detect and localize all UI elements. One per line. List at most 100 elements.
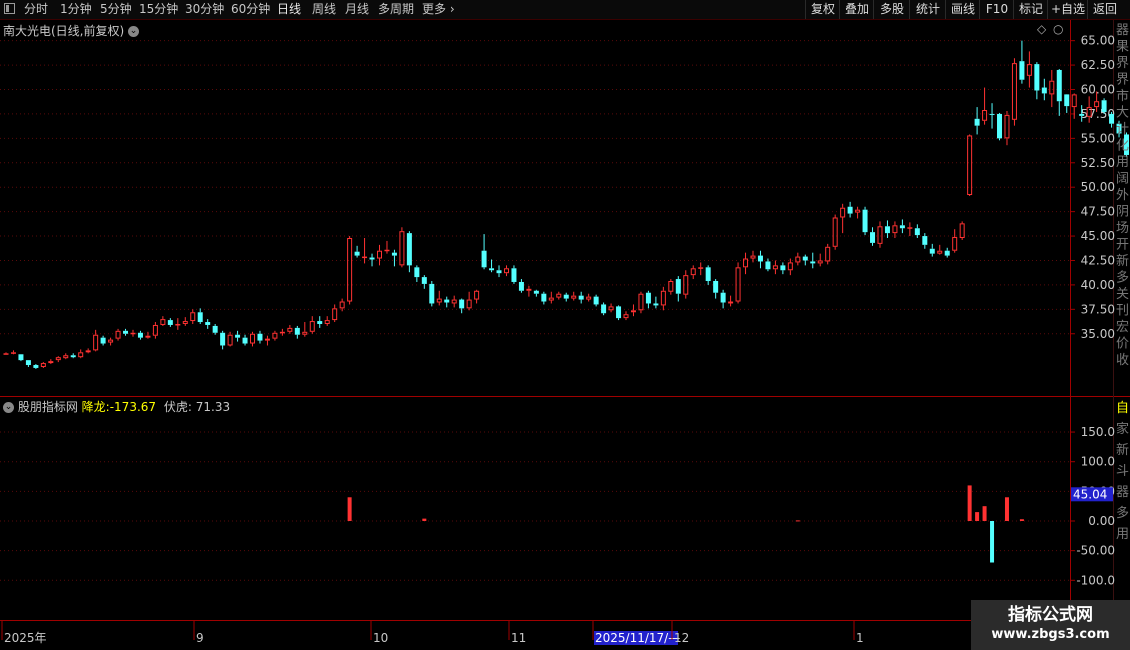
- candle-body: [541, 293, 547, 302]
- indicator-bar: [422, 518, 427, 521]
- price-tick-label: 45.00: [1081, 229, 1115, 243]
- period-tab-timeshare[interactable]: 分时: [24, 2, 48, 17]
- candle-body: [698, 267, 704, 269]
- candle-body: [362, 256, 368, 259]
- back-button[interactable]: 返回: [1087, 0, 1122, 19]
- period-tab-1min[interactable]: 1分钟: [60, 2, 92, 17]
- price-tick-label: 55.00: [1081, 131, 1115, 145]
- period-tab-5min[interactable]: 5分钟: [100, 2, 132, 17]
- side-strip-lower-char: 家: [1116, 421, 1129, 437]
- multi-stock-button[interactable]: 多股: [873, 0, 910, 19]
- indicator-tick-label: 0.00: [1088, 514, 1115, 528]
- indicator-bar: [982, 506, 987, 521]
- candle: [123, 328, 129, 336]
- candle: [1011, 58, 1017, 126]
- candle: [660, 286, 666, 311]
- candle-body: [511, 268, 517, 282]
- candle: [675, 276, 681, 302]
- candle-body: [870, 232, 876, 243]
- diamond-icon[interactable]: ◇: [1037, 22, 1046, 36]
- chevron-down-icon[interactable]: ⌄: [128, 26, 140, 37]
- candle-body: [810, 261, 816, 264]
- draw-line-button[interactable]: 画线: [945, 0, 980, 19]
- candle-body: [175, 323, 181, 326]
- candle-body: [18, 354, 24, 361]
- candle: [713, 279, 719, 299]
- chevron-down-icon[interactable]: ⌄: [3, 402, 14, 413]
- window-menu-icon[interactable]: [4, 3, 15, 14]
- candle-body: [817, 260, 823, 264]
- candle-body: [1056, 69, 1062, 102]
- period-tab-monthly[interactable]: 月线: [345, 2, 369, 17]
- candle-body: [593, 296, 599, 305]
- price-tick-label: 65.00: [1081, 34, 1115, 48]
- candle-body: [750, 255, 756, 259]
- candle-body: [377, 250, 382, 259]
- candle-body: [772, 265, 778, 270]
- indicator-tick-label: -50.00: [1076, 544, 1115, 558]
- circle-icon[interactable]: ○: [1053, 22, 1063, 36]
- candle-body: [728, 301, 734, 304]
- overlay-button[interactable]: 叠加: [839, 0, 874, 19]
- indicator-bar: [795, 520, 800, 522]
- candle-body: [167, 320, 173, 325]
- candle-body: [63, 355, 69, 359]
- period-tab-15min[interactable]: 15分钟: [139, 2, 178, 17]
- period-tab-multi[interactable]: 多周期: [378, 2, 414, 17]
- add-watchlist-button[interactable]: +自选: [1047, 0, 1088, 19]
- stats-button[interactable]: 统计: [909, 0, 946, 19]
- candle: [1064, 94, 1070, 113]
- stock-title-text: 南大光电(日线,前复权): [3, 24, 125, 38]
- candle: [1026, 51, 1032, 88]
- candle: [870, 227, 876, 246]
- indicator-bar: [975, 512, 980, 521]
- period-tab-more[interactable]: 更多 ›: [422, 2, 455, 17]
- candle-body: [33, 365, 39, 368]
- candle: [518, 279, 524, 293]
- side-strip-char: 开: [1116, 238, 1129, 253]
- candle-body: [787, 262, 793, 271]
- candle: [205, 319, 211, 329]
- candle: [698, 262, 704, 276]
- candle: [160, 316, 166, 326]
- f10-button[interactable]: F10: [979, 0, 1014, 19]
- fuquan-button[interactable]: 复权: [805, 0, 840, 19]
- period-tab-weekly[interactable]: 周线: [312, 2, 336, 17]
- candle-body: [3, 353, 9, 355]
- candle-body: [220, 332, 226, 346]
- candle: [332, 304, 338, 323]
- candle-body: [70, 355, 76, 358]
- candle: [623, 311, 629, 321]
- candle-body: [40, 363, 46, 367]
- candle: [459, 298, 465, 314]
- candle-body: [347, 238, 353, 302]
- candle-body: [997, 113, 1003, 139]
- candle: [855, 206, 861, 219]
- date-label: 1: [856, 631, 864, 645]
- period-tab-daily[interactable]: 日线: [277, 2, 301, 17]
- candle: [93, 329, 99, 352]
- candle: [772, 260, 778, 275]
- candle-body: [1049, 80, 1055, 95]
- candle-body: [55, 357, 61, 361]
- candle-body: [123, 330, 129, 334]
- candle: [832, 214, 838, 250]
- candle: [391, 249, 397, 267]
- period-tab-30min[interactable]: 30分钟: [185, 2, 224, 17]
- candle-body: [250, 333, 256, 344]
- side-strip-char: 阴: [1116, 205, 1129, 220]
- candle: [309, 316, 315, 334]
- candle: [586, 293, 592, 302]
- candle: [421, 275, 427, 289]
- period-tab-60min[interactable]: 60分钟: [231, 2, 270, 17]
- candle-body: [1019, 61, 1025, 80]
- mark-button[interactable]: 标记: [1013, 0, 1048, 19]
- date-label: 11: [511, 631, 526, 645]
- candle: [997, 112, 1003, 141]
- chart-canvas[interactable]: 65.0062.5060.0057.5055.0052.5050.0047.50…: [0, 20, 1130, 650]
- candle-body: [563, 294, 569, 299]
- candle-body: [1004, 114, 1010, 139]
- stock-title: 南大光电(日线,前复权) ⌄: [3, 22, 140, 39]
- candle: [496, 265, 502, 278]
- side-strip-lower-char: 器: [1116, 485, 1129, 500]
